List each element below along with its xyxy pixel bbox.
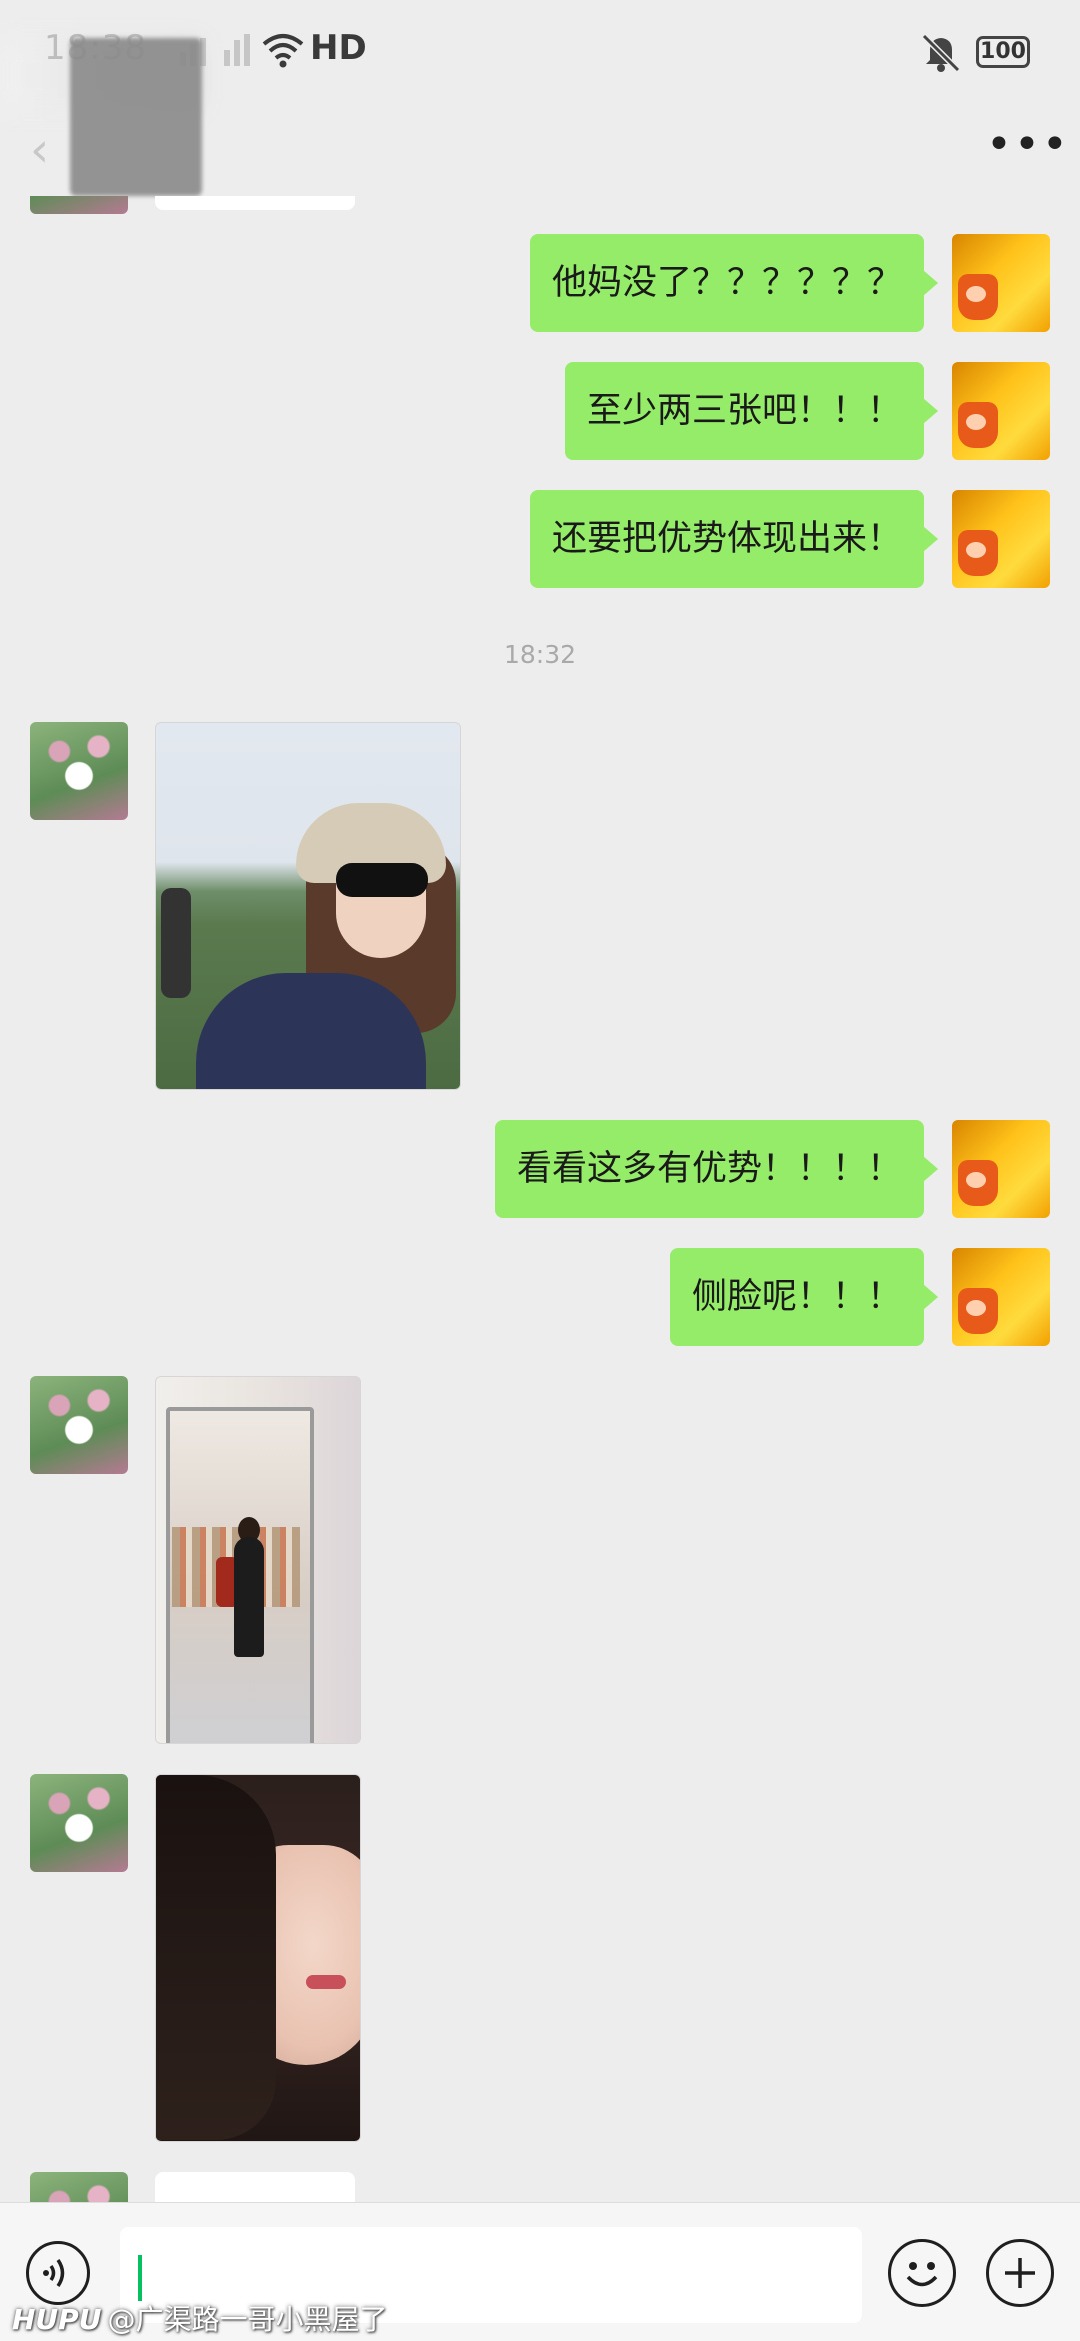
emoji-icon[interactable] (888, 2239, 956, 2307)
contact-avatar[interactable] (30, 722, 128, 820)
contact-avatar[interactable] (30, 1774, 128, 1872)
chat-message-list[interactable]: 他妈没了？？？？？？ 至少两三张吧！！！ 还要把优势体现出来！ 18:32 看看… (0, 196, 1080, 2202)
back-chevron-icon[interactable]: ‹ (30, 122, 70, 182)
plus-icon[interactable] (986, 2239, 1054, 2307)
received-photo[interactable] (155, 722, 461, 1090)
contact-avatar[interactable] (30, 1376, 128, 1474)
contact-avatar[interactable] (30, 2172, 128, 2202)
sent-message-bubble[interactable]: 他妈没了？？？？？？ (529, 234, 939, 332)
my-avatar[interactable] (952, 1248, 1050, 1346)
photo-lips (306, 1975, 346, 1989)
more-dots-icon[interactable]: ••• (986, 123, 1068, 176)
my-avatar[interactable] (952, 490, 1050, 588)
my-avatar[interactable] (952, 234, 1050, 332)
mute-bell-icon (921, 33, 961, 73)
status-bar: 18:38 HD 100 (0, 0, 1080, 196)
watermark: HUPU @广渠路一哥小黑屋了 (12, 2298, 387, 2338)
received-photo[interactable] (155, 1774, 361, 2142)
photo-background-person (161, 888, 191, 998)
battery-indicator: 100 (976, 36, 1030, 68)
message-timestamp: 18:32 (503, 640, 577, 669)
sent-message-bubble[interactable]: 看看这多有优势！！！！ (494, 1120, 939, 1218)
contact-avatar[interactable] (30, 196, 128, 214)
network-indicator: HD (310, 28, 367, 68)
message-bubble-partial[interactable] (155, 196, 355, 210)
message-bubble-partial[interactable] (155, 2172, 355, 2202)
chat-header: ‹ ••• (0, 110, 1080, 198)
photo-hair (156, 1775, 276, 2140)
received-photo[interactable] (155, 1376, 361, 1744)
my-avatar[interactable] (952, 362, 1050, 460)
sent-message-bubble[interactable]: 还要把优势体现出来！ (529, 490, 939, 588)
photo-sunglasses (336, 863, 428, 897)
voice-icon[interactable] (26, 2241, 90, 2305)
my-avatar[interactable] (952, 1120, 1050, 1218)
sent-message-bubble[interactable]: 侧脸呢！！！ (669, 1248, 939, 1346)
watermark-text: @广渠路一哥小黑屋了 (107, 2303, 388, 2336)
watermark-brand: HUPU (12, 2303, 102, 2336)
text-caret (138, 2255, 142, 2301)
photo-figure (234, 1537, 264, 1657)
sent-message-bubble[interactable]: 至少两三张吧！！！ (564, 362, 939, 460)
wifi-icon (262, 34, 304, 68)
